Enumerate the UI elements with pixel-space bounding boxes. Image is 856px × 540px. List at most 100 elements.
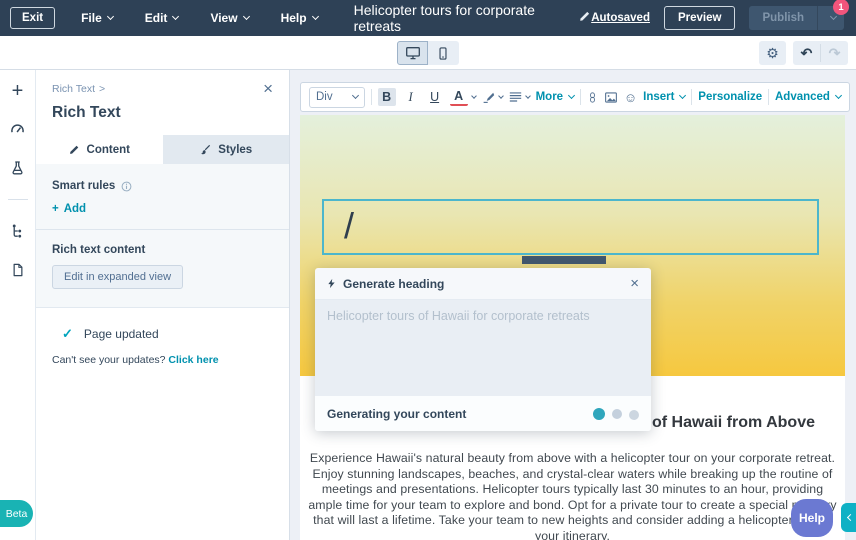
page-updated-status: Page updated [84, 327, 159, 341]
tab-content[interactable]: Content [36, 135, 163, 164]
add-module-button[interactable]: + [12, 84, 24, 98]
tab-styles-label: Styles [218, 144, 252, 156]
paintbrush-icon [199, 144, 211, 156]
top-navigation-bar: Exit File Edit View Help Helicopter tour… [0, 0, 856, 36]
menu-file[interactable]: File [81, 11, 113, 25]
collapse-panel-tab[interactable] [841, 503, 856, 532]
add-smart-rule-button[interactable]: + Add [52, 203, 273, 215]
page-document-icon[interactable] [11, 262, 25, 278]
image-icon [604, 91, 618, 104]
selected-rich-text-module[interactable]: / [322, 199, 819, 255]
slash-command-text: / [324, 201, 817, 251]
font-color-dropdown[interactable]: A [450, 88, 476, 106]
block-format-select[interactable]: Div [309, 87, 365, 108]
add-label: Add [64, 203, 86, 215]
chevron-down-icon [568, 92, 575, 99]
insert-dropdown[interactable]: Insert [643, 91, 685, 103]
panel-close-icon[interactable]: × [263, 83, 273, 95]
menu-edit[interactable]: Edit [145, 11, 179, 25]
editor-canvas: Div B I U A More ☺ Insert Personalize Ad… [290, 70, 856, 540]
generated-paragraph[interactable]: Experience Hawaii's natural beauty from … [308, 451, 837, 540]
rich-text-toolbar: Div B I U A More ☺ Insert Personalize Ad… [300, 82, 850, 112]
autosaved-link[interactable]: Autosaved [591, 12, 650, 24]
loading-dot [629, 410, 639, 420]
underline-button[interactable]: U [426, 88, 444, 106]
beta-badge: Beta [0, 500, 33, 527]
preview-button[interactable]: Preview [664, 6, 735, 30]
chevron-left-icon [846, 514, 853, 521]
lightning-bolt-icon [327, 277, 336, 290]
highlight-color-dropdown[interactable] [482, 91, 503, 104]
chevron-down-icon [243, 13, 250, 20]
chevron-down-icon [471, 93, 477, 99]
redo-button[interactable]: ↷ [821, 41, 848, 65]
more-formats-dropdown[interactable]: More [536, 91, 574, 103]
page-title: Helicopter tours for corporate retreats [354, 2, 571, 34]
site-structure-icon[interactable] [10, 223, 25, 239]
loading-dot [593, 408, 605, 420]
smart-rules-label: Smart rules [52, 180, 115, 192]
italic-button[interactable]: I [402, 88, 420, 106]
menu-help-label: Help [281, 11, 307, 25]
publish-button[interactable]: Publish [749, 6, 817, 30]
chevron-down-icon [525, 93, 531, 99]
generate-heading-modal: Generate heading × Helicopter tours of H… [315, 268, 651, 431]
more-label: More [536, 91, 563, 103]
loading-dots [593, 407, 639, 420]
alignment-dropdown[interactable] [509, 91, 530, 103]
settings-button[interactable]: ⚙ [759, 41, 786, 65]
tab-styles[interactable]: Styles [163, 135, 290, 164]
check-icon: ✓ [62, 326, 73, 342]
click-here-link[interactable]: Click here [168, 354, 218, 366]
info-icon[interactable] [121, 181, 132, 192]
device-preview-toggle [397, 41, 459, 65]
insert-image-button[interactable] [604, 91, 618, 104]
panel-status-section: ✓ Page updated Can't see your updates? C… [36, 308, 289, 384]
highlighter-icon [482, 91, 495, 104]
modal-header: Generate heading × [315, 268, 651, 300]
generated-heading[interactable]: of Hawaii from Above [652, 414, 815, 432]
chevron-down-icon [835, 92, 842, 99]
performance-gauge-icon[interactable] [9, 121, 26, 137]
divider [371, 89, 372, 105]
menu-edit-label: Edit [145, 11, 168, 25]
panel-tabs: Content Styles [36, 135, 289, 164]
breadcrumb-separator: > [99, 83, 105, 95]
edit-controls: ⚙ ↶ ↷ [759, 41, 848, 65]
help-button[interactable]: Help [791, 499, 833, 537]
panel-title: Rich Text [52, 104, 273, 122]
advanced-dropdown[interactable]: Advanced [775, 91, 841, 103]
view-toolbar: ⚙ ↶ ↷ [0, 36, 856, 70]
exit-button[interactable]: Exit [10, 7, 55, 29]
panel-header: Rich Text > × Rich Text [36, 70, 289, 122]
test-flask-icon[interactable] [10, 160, 25, 176]
chevron-down-icon [352, 92, 359, 99]
edit-title-pencil-icon[interactable] [579, 9, 591, 27]
modal-title: Generate heading [343, 277, 444, 291]
chevron-down-icon [498, 93, 504, 99]
align-icon [509, 91, 522, 103]
insert-link-button[interactable] [587, 90, 598, 105]
rich-text-content-label: Rich text content [52, 244, 273, 256]
divider [36, 229, 289, 230]
insert-emoji-button[interactable]: ☺ [624, 91, 637, 104]
menu-help[interactable]: Help [281, 11, 318, 25]
menu-view[interactable]: View [210, 11, 248, 25]
advanced-label: Advanced [775, 91, 830, 103]
edit-expanded-view-button[interactable]: Edit in expanded view [52, 265, 183, 289]
personalize-button[interactable]: Personalize [698, 91, 762, 103]
undo-button[interactable]: ↶ [793, 41, 820, 65]
module-settings-panel: Rich Text > × Rich Text Content Styles S… [36, 70, 290, 540]
loading-dot [612, 409, 622, 419]
menu-bar: File Edit View Help [81, 11, 318, 25]
desktop-view-button[interactable] [397, 41, 428, 65]
divider [8, 199, 28, 200]
panel-content-section: Smart rules + Add Rich text content Edit… [36, 164, 289, 308]
bold-button[interactable]: B [378, 88, 396, 106]
module-drag-handle[interactable] [522, 256, 606, 264]
breadcrumb[interactable]: Rich Text [52, 83, 95, 95]
prompt-input[interactable]: Helicopter tours of Hawaii for corporate… [315, 300, 651, 396]
mobile-view-button[interactable] [428, 41, 459, 65]
updates-hint-text: Can't see your updates? [52, 354, 168, 366]
modal-close-icon[interactable]: × [630, 278, 639, 290]
